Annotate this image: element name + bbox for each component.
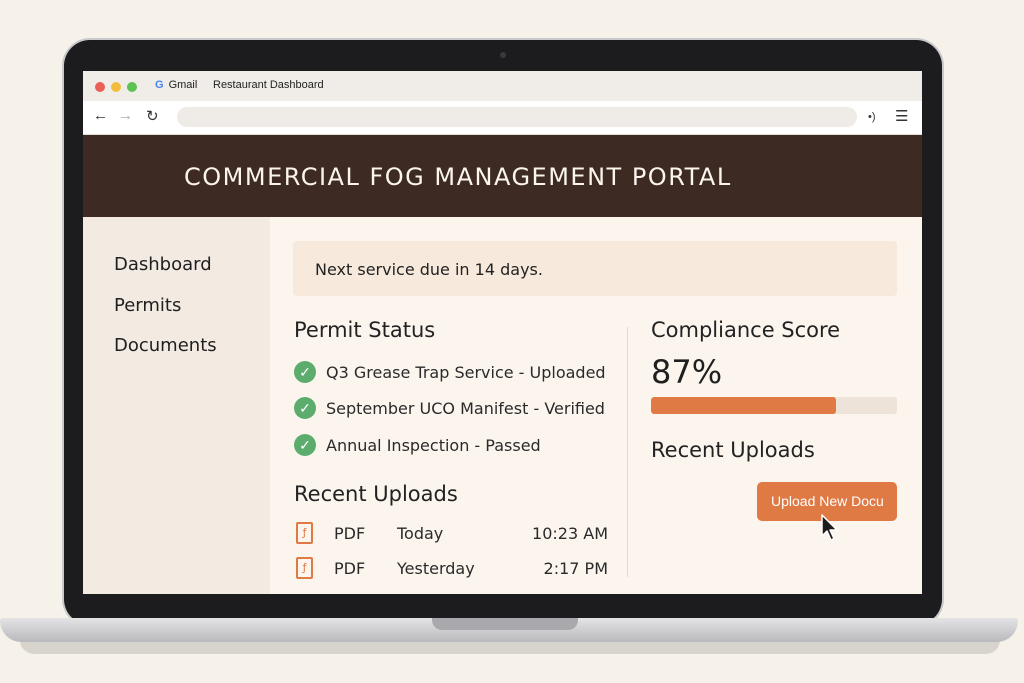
mouse-cursor-icon: [821, 514, 838, 541]
permit-status-title: Permit Status: [294, 318, 436, 342]
right-recent-uploads-title: Recent Uploads: [651, 438, 815, 462]
compliance-score-title: Compliance Score: [651, 318, 841, 342]
address-bar[interactable]: [177, 107, 857, 127]
check-icon: ✓: [294, 361, 316, 383]
check-icon: ✓: [294, 397, 316, 419]
browser-window: G Gmail Restaurant Dashboard ← → ↻ •) ☰ C…: [83, 71, 922, 594]
service-notice-text: Next service due in 14 days.: [315, 260, 543, 279]
maximize-window-button[interactable]: [127, 82, 137, 92]
upload-time: 10:23 AM: [532, 524, 608, 543]
permit-status-text: Q3 Grease Trap Service - Uploaded: [326, 363, 606, 382]
tab-gmail[interactable]: G Gmail: [155, 79, 197, 91]
arrow-left-icon[interactable]: ←: [93, 107, 108, 124]
audio-icon[interactable]: •): [868, 111, 876, 123]
permit-status-text: Annual Inspection - Passed: [326, 436, 541, 455]
upload-day: Today: [397, 524, 444, 543]
page-title: COMMERCIAL FOG MANAGEMENT PORTAL: [184, 163, 732, 191]
arrow-right-icon[interactable]: →: [118, 107, 133, 124]
compliance-score-value: 87%: [651, 353, 723, 391]
tab-restaurant-dashboard[interactable]: Restaurant Dashboard: [213, 79, 324, 91]
laptop-shadow: [20, 640, 1000, 654]
compliance-progress-fill: [651, 397, 836, 414]
sidebar-item-dashboard[interactable]: Dashboard: [114, 254, 212, 275]
laptop-notch: [432, 618, 578, 630]
upload-time: 2:17 PM: [543, 559, 608, 578]
google-icon: G: [155, 79, 164, 91]
sidebar-item-permits[interactable]: Permits: [114, 295, 181, 316]
reload-icon[interactable]: ↻: [146, 107, 159, 125]
upload-type: PDF: [334, 524, 366, 543]
minimize-window-button[interactable]: [111, 82, 121, 92]
camera: [500, 52, 506, 58]
compliance-progress-bar: [651, 397, 897, 414]
pdf-file-icon: ƒ: [296, 557, 313, 579]
menu-icon[interactable]: ☰: [895, 107, 908, 125]
recent-uploads-title: Recent Uploads: [294, 482, 458, 506]
pdf-file-icon: ƒ: [296, 522, 313, 544]
column-divider: [627, 327, 628, 577]
upload-type: PDF: [334, 559, 366, 578]
upload-row[interactable]: ƒ PDF Today 10:23 AM: [296, 522, 608, 548]
upload-row[interactable]: ƒ PDF Yesterday 2:17 PM: [296, 557, 608, 583]
check-icon: ✓: [294, 434, 316, 456]
close-window-button[interactable]: [95, 82, 105, 92]
permit-status-text: September UCO Manifest - Verified: [326, 399, 605, 418]
sidebar-item-documents[interactable]: Documents: [114, 335, 217, 356]
tab-label: Restaurant Dashboard: [213, 79, 324, 91]
tab-bar: G Gmail Restaurant Dashboard: [83, 71, 922, 101]
upload-day: Yesterday: [397, 559, 475, 578]
tab-label: Gmail: [168, 79, 198, 91]
